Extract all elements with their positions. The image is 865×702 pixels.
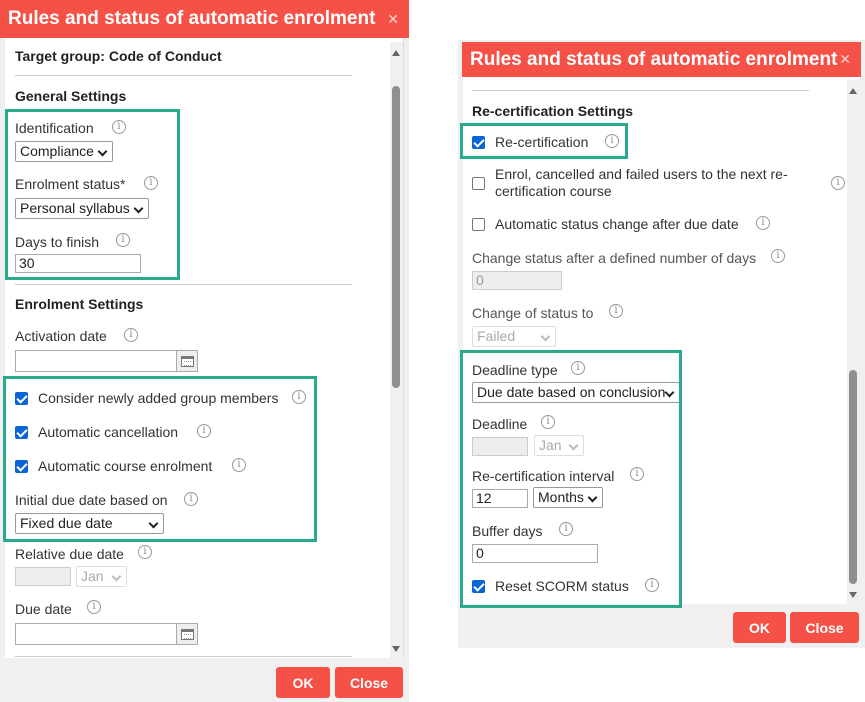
- info-icon[interactable]: i: [87, 600, 101, 614]
- calendar-icon[interactable]: [176, 623, 198, 645]
- recertification-heading: Re-certification Settings: [472, 103, 634, 119]
- highlight-enrolment: [3, 376, 317, 542]
- change-status-to-select[interactable]: Failed: [472, 326, 556, 347]
- activation-date-input[interactable]: [15, 350, 177, 372]
- dialog-title: Rules and status of automatic enrolment: [470, 49, 838, 70]
- scroll-thumb[interactable]: [392, 86, 400, 388]
- highlight-general: [5, 109, 180, 280]
- enrol-cancelled-failed-checkbox[interactable]: [472, 177, 485, 190]
- close-icon[interactable]: ✕: [839, 42, 851, 77]
- close-button[interactable]: Close: [335, 667, 403, 698]
- divider: [15, 284, 352, 285]
- relative-due-date-input[interactable]: [15, 567, 71, 586]
- close-icon[interactable]: ✕: [387, 0, 399, 38]
- dialog-titlebar: Rules and status of automatic enrolment …: [0, 0, 409, 38]
- info-icon[interactable]: i: [771, 249, 785, 263]
- divider: [472, 90, 809, 91]
- enrol-cancelled-failed-label-line2: certification course: [495, 183, 612, 199]
- auto-status-change-label: Automatic status change after due date: [495, 216, 739, 232]
- divider: [15, 656, 352, 657]
- info-icon[interactable]: i: [138, 545, 152, 559]
- relative-due-month-select[interactable]: Jan: [76, 566, 127, 587]
- scrollbar[interactable]: [847, 80, 860, 604]
- close-button[interactable]: Close: [790, 612, 859, 643]
- info-icon[interactable]: i: [756, 216, 770, 230]
- ok-button[interactable]: OK: [276, 667, 330, 698]
- activation-date-label: Activation date: [15, 328, 107, 344]
- info-icon[interactable]: i: [609, 304, 623, 318]
- highlight-deadline: [460, 350, 682, 608]
- highlight-recertification: [460, 123, 628, 159]
- ok-button[interactable]: OK: [733, 612, 786, 643]
- general-settings-heading: General Settings: [15, 88, 127, 104]
- relative-due-date-label: Relative due date: [15, 546, 124, 562]
- auto-status-change-checkbox[interactable]: [472, 218, 485, 231]
- info-icon[interactable]: i: [124, 328, 138, 342]
- enrolment-settings-heading: Enrolment Settings: [15, 296, 144, 312]
- change-after-days-label: Change status after a defined number of …: [472, 250, 757, 266]
- enrolment-rules-dialog-left: Rules and status of automatic enrolment …: [0, 0, 409, 702]
- dialog-titlebar: Rules and status of automatic enrolment …: [462, 42, 861, 77]
- enrol-cancelled-failed-label-line1: Enrol, cancelled and failed users to the…: [495, 166, 788, 182]
- scroll-thumb[interactable]: [849, 370, 857, 584]
- scroll-down-icon[interactable]: [849, 592, 857, 598]
- change-status-to-label: Change of status to: [472, 305, 594, 321]
- due-date-label: Due date: [15, 601, 72, 617]
- target-group-heading: Target group: Code of Conduct: [15, 48, 222, 64]
- scroll-up-icon[interactable]: [392, 50, 400, 56]
- calendar-icon[interactable]: [176, 350, 198, 372]
- enrolment-rules-dialog-right: Rules and status of automatic enrolment …: [458, 40, 865, 648]
- info-icon[interactable]: i: [831, 176, 845, 190]
- scroll-up-icon[interactable]: [849, 88, 857, 94]
- change-after-days-input[interactable]: 0: [472, 271, 562, 290]
- scrollbar[interactable]: [390, 42, 403, 660]
- dialog-title: Rules and status of automatic enrolment: [8, 8, 376, 29]
- divider: [15, 75, 352, 76]
- scroll-down-icon[interactable]: [392, 646, 400, 652]
- due-date-input[interactable]: [15, 623, 177, 645]
